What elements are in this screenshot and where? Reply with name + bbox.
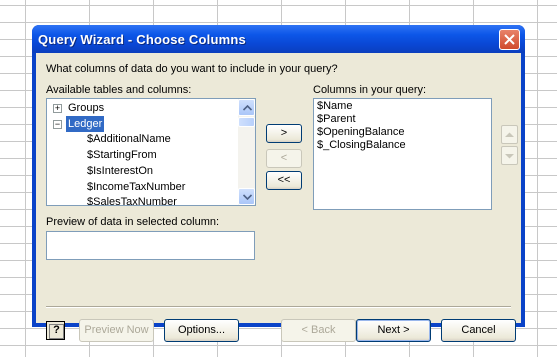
tree-scrollbar[interactable] <box>238 99 255 205</box>
preview-box <box>46 231 255 260</box>
close-button[interactable] <box>499 29 520 50</box>
arrow-up-icon <box>243 105 252 111</box>
list-item[interactable]: $Name <box>317 100 352 113</box>
query-wizard-dialog: Query Wizard - Choose Columns What colum… <box>32 25 525 342</box>
tree-leaf[interactable]: $AdditionalName <box>87 131 171 147</box>
next-button[interactable]: Next > <box>356 319 431 342</box>
scroll-up-button[interactable] <box>238 99 255 116</box>
scroll-thumb[interactable] <box>238 117 255 127</box>
list-item[interactable]: $_ClosingBalance <box>317 139 406 152</box>
tree-node-label: Groups <box>68 102 105 114</box>
tree-leaf[interactable]: $StartingFrom <box>87 147 157 163</box>
list-item[interactable]: $OpeningBalance <box>317 126 404 139</box>
available-columns-label: Available tables and columns: <box>46 84 192 96</box>
available-columns-tree[interactable]: + Groups − Ledger $AdditionalName $Start… <box>46 98 256 206</box>
add-column-button[interactable]: > <box>266 124 302 143</box>
tree-leaf[interactable]: $IsInterestOn <box>87 163 153 179</box>
options-button[interactable]: Options... <box>164 319 239 342</box>
title-bar[interactable]: Query Wizard - Choose Columns <box>32 25 525 53</box>
back-button[interactable]: < Back <box>281 319 356 342</box>
help-icon: ? <box>49 324 64 339</box>
tree-leaf[interactable]: $SalesTaxNumber <box>87 194 177 205</box>
cancel-button[interactable]: Cancel <box>441 319 516 342</box>
tree-leaf[interactable]: $IncomeTaxNumber <box>87 179 185 195</box>
dialog-body: What columns of data do you want to incl… <box>36 53 521 342</box>
prompt-text: What columns of data do you want to incl… <box>46 63 338 75</box>
arrow-up-icon <box>505 132 514 137</box>
remove-column-button[interactable]: < <box>266 149 302 168</box>
tree-node-label: Ledger <box>66 116 105 132</box>
separator <box>46 306 511 308</box>
close-icon <box>504 34 515 45</box>
list-item[interactable]: $Parent <box>317 113 356 126</box>
collapse-icon[interactable]: − <box>53 120 62 129</box>
window-title: Query Wizard - Choose Columns <box>38 32 246 47</box>
move-up-button[interactable] <box>501 125 518 144</box>
scroll-down-button[interactable] <box>238 188 255 205</box>
arrow-down-icon <box>243 194 252 200</box>
arrow-down-icon <box>505 154 514 159</box>
move-down-button[interactable] <box>501 146 518 165</box>
preview-now-button[interactable]: Preview Now <box>79 319 154 342</box>
help-button[interactable]: ? <box>46 321 65 340</box>
preview-label: Preview of data in selected column: <box>46 216 220 228</box>
query-columns-label: Columns in your query: <box>313 84 427 96</box>
expand-icon[interactable]: + <box>53 104 62 113</box>
query-columns-list[interactable]: $Name $Parent $OpeningBalance $_ClosingB… <box>313 98 492 210</box>
remove-all-columns-button[interactable]: << <box>266 171 302 190</box>
